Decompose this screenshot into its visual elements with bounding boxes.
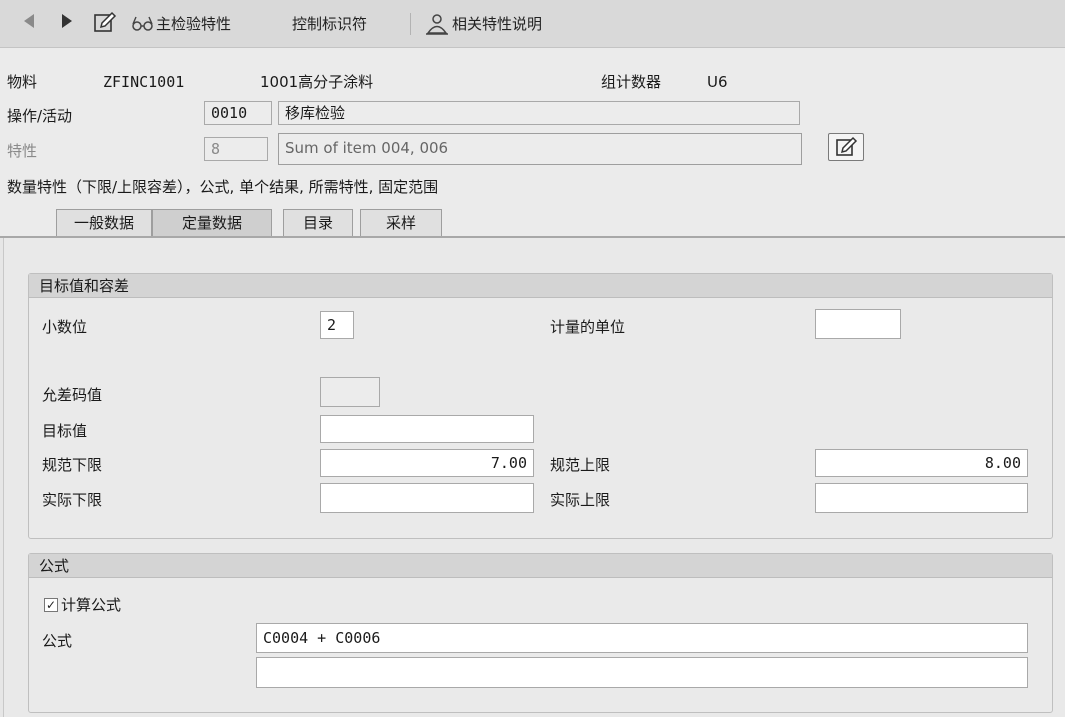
back-arrow-icon[interactable] — [24, 14, 34, 28]
edit-icon[interactable] — [92, 10, 118, 36]
decimal-places-input[interactable]: 2 — [320, 311, 354, 339]
operation-field: 0010 — [204, 101, 272, 125]
group-title: 公式 — [29, 554, 1052, 578]
material-value: ZFINC1001 — [103, 73, 185, 91]
edit-description-button[interactable] — [828, 133, 864, 161]
tolerance-key-input — [320, 377, 380, 407]
toolbar-separator — [410, 13, 411, 35]
actual-lower-limit-label: 实际下限 — [42, 491, 103, 509]
formula-input-line-1[interactable]: C0004 + C0006 — [256, 623, 1028, 653]
upper-spec-limit-label: 规范上限 — [550, 456, 611, 474]
lower-spec-limit-input[interactable]: 7.00 — [320, 449, 534, 477]
characteristic-field: 8 — [204, 137, 268, 161]
forward-arrow-icon[interactable] — [62, 14, 72, 28]
material-label: 物料 — [7, 73, 38, 91]
edit-icon — [834, 135, 860, 163]
operation-label: 操作/活动 — [7, 107, 73, 125]
tolerance-key-label: 允差码值 — [42, 386, 103, 404]
target-value-input[interactable] — [320, 415, 534, 443]
formula-label: 公式 — [42, 632, 73, 650]
actual-upper-limit-label: 实际上限 — [550, 491, 611, 509]
tab-sampling[interactable]: 采样 — [360, 209, 442, 237]
tab-catalog[interactable]: 目录 — [283, 209, 353, 237]
group-counter-label: 组计数器 — [601, 73, 662, 91]
characteristic-label: 特性 — [7, 142, 38, 160]
tab-quantitative-data[interactable]: 定量数据 — [152, 209, 272, 237]
actual-upper-limit-input[interactable] — [815, 483, 1028, 513]
calc-formula-checkbox[interactable]: ✓ — [44, 598, 58, 612]
group-title: 目标值和容差 — [29, 274, 1052, 298]
actual-lower-limit-input[interactable] — [320, 483, 534, 513]
operation-description-field: 移库检验 — [278, 101, 800, 125]
tab-general-data[interactable]: 一般数据 — [56, 209, 152, 237]
target-value-label: 目标值 — [42, 422, 88, 440]
decimal-places-label: 小数位 — [42, 318, 88, 336]
characteristic-description-field[interactable]: Sum of item 004, 006 — [278, 133, 802, 165]
calc-formula-label: 计算公式 — [61, 596, 122, 614]
material-description: 1001高分子涂料 — [260, 73, 374, 91]
lower-spec-limit-label: 规范下限 — [42, 456, 103, 474]
group-counter-value: U6 — [707, 73, 728, 91]
people-icon — [424, 12, 450, 36]
formula-input-line-2[interactable] — [256, 657, 1028, 688]
related-characteristic-desc-button[interactable]: 相关特性说明 — [452, 10, 542, 38]
characteristic-type-text: 数量特性（下限/上限容差），公式, 单个结果, 所需特性, 固定范围 — [7, 178, 439, 196]
unit-of-measure-label: 计量的单位 — [550, 318, 626, 336]
unit-of-measure-input[interactable] — [815, 309, 901, 339]
application-toolbar: 主检验特性 控制标识符 相关特性说明 — [0, 0, 1065, 48]
main-characteristic-button[interactable]: 主检验特性 — [156, 10, 231, 38]
control-indicator-button[interactable]: 控制标识符 — [292, 10, 367, 38]
upper-spec-limit-input[interactable]: 8.00 — [815, 449, 1028, 477]
glasses-icon — [130, 13, 156, 35]
